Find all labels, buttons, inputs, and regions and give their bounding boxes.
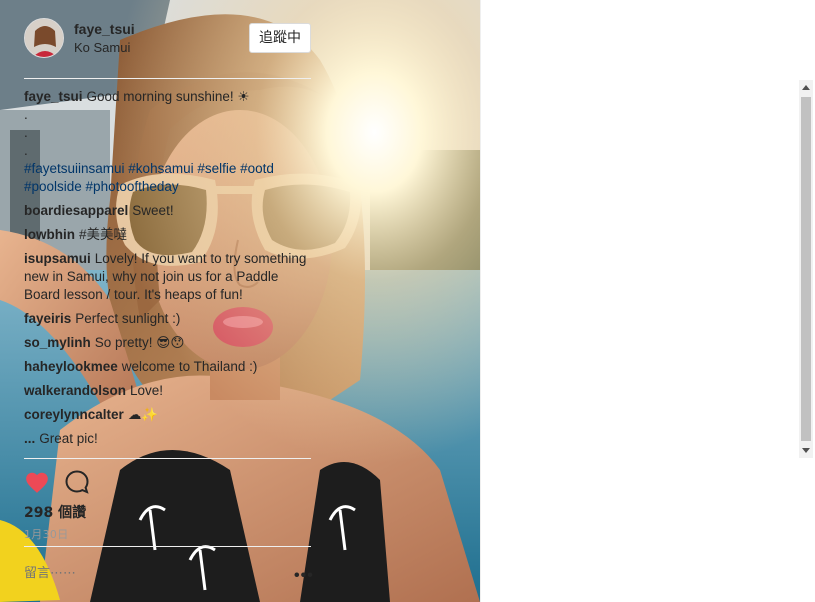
comments-list[interactable]: faye_tsui Good morning sunshine! ☀ . . . … [24, 88, 314, 458]
divider [24, 458, 311, 459]
caption-username[interactable]: faye_tsui [24, 89, 83, 104]
scrollbar-thumb[interactable] [801, 97, 811, 441]
more-options-icon[interactable]: ••• [294, 568, 314, 584]
post-header: faye_tsui Ko Samui 追蹤中 [24, 18, 311, 62]
following-button[interactable]: 追蹤中 [249, 23, 311, 53]
comment-item: isupsamui Lovely! If you want to try some… [24, 250, 314, 304]
scroll-down-arrow-icon[interactable] [802, 448, 810, 453]
post-sidebar [480, 0, 815, 602]
caption-hashtags[interactable]: #poolside #photooftheday [24, 178, 314, 196]
divider [24, 546, 311, 547]
comment-username[interactable]: haheylookmee [24, 359, 118, 374]
comment-text: Great pic! [39, 431, 98, 446]
comments-scrollbar[interactable] [799, 80, 813, 458]
comment-username[interactable]: walkerandolson [24, 383, 126, 398]
caption-text: Good morning sunshine! ☀ [86, 89, 250, 104]
comment-text: welcome to Thailand :) [121, 359, 258, 374]
comment-item: so_mylinh So pretty! 😎😯 [24, 334, 314, 352]
comment-username[interactable]: coreylynncalter [24, 407, 124, 422]
divider [24, 78, 311, 79]
comment-item: fayeiris Perfect sunlight :) [24, 310, 314, 328]
avatar[interactable] [24, 18, 64, 58]
caption-dots: . . . [24, 106, 314, 160]
comment-username[interactable]: boardiesapparel [24, 203, 128, 218]
comment-text: ☁✨ [127, 407, 159, 422]
post-username[interactable]: faye_tsui [74, 21, 135, 37]
post-location[interactable]: Ko Samui [74, 40, 130, 55]
comment-item: ... Great pic! [24, 430, 314, 448]
comment-username[interactable]: ... [24, 431, 35, 446]
comment-text: So pretty! 😎😯 [94, 335, 185, 350]
comment-text: Sweet! [132, 203, 174, 218]
caption-hashtags[interactable]: #fayetsuiinsamui #kohsamui #selfie #ootd [24, 160, 314, 178]
comment-username[interactable]: fayeiris [24, 311, 71, 326]
heart-icon[interactable] [24, 470, 50, 494]
comment-item: haheylookmee welcome to Thailand :) [24, 358, 314, 376]
add-comment-input[interactable] [24, 566, 264, 581]
comment-item: walkerandolson Love! [24, 382, 314, 400]
scroll-up-arrow-icon[interactable] [802, 85, 810, 90]
caption-dot: . [24, 107, 28, 122]
comment-text: Love! [130, 383, 164, 398]
caption-dot: . [24, 143, 28, 158]
comment-username[interactable]: isupsamui [24, 251, 91, 266]
comment-username[interactable]: so_mylinh [24, 335, 91, 350]
post-date[interactable]: 1月30日 [24, 526, 69, 542]
comment-icon[interactable] [64, 469, 90, 495]
caption: faye_tsui Good morning sunshine! ☀ . . . … [24, 88, 314, 196]
comment-item: lowbhin #美美噠 [24, 226, 314, 244]
caption-dot: . [24, 125, 28, 140]
likes-count[interactable]: 298 個讚 [24, 502, 86, 522]
comment-username[interactable]: lowbhin [24, 227, 75, 242]
comment-text: Perfect sunlight :) [75, 311, 181, 326]
comment-item: boardiesapparel Sweet! [24, 202, 314, 220]
comment-item: coreylynncalter ☁✨ [24, 406, 314, 424]
comment-text[interactable]: #美美噠 [79, 227, 127, 242]
